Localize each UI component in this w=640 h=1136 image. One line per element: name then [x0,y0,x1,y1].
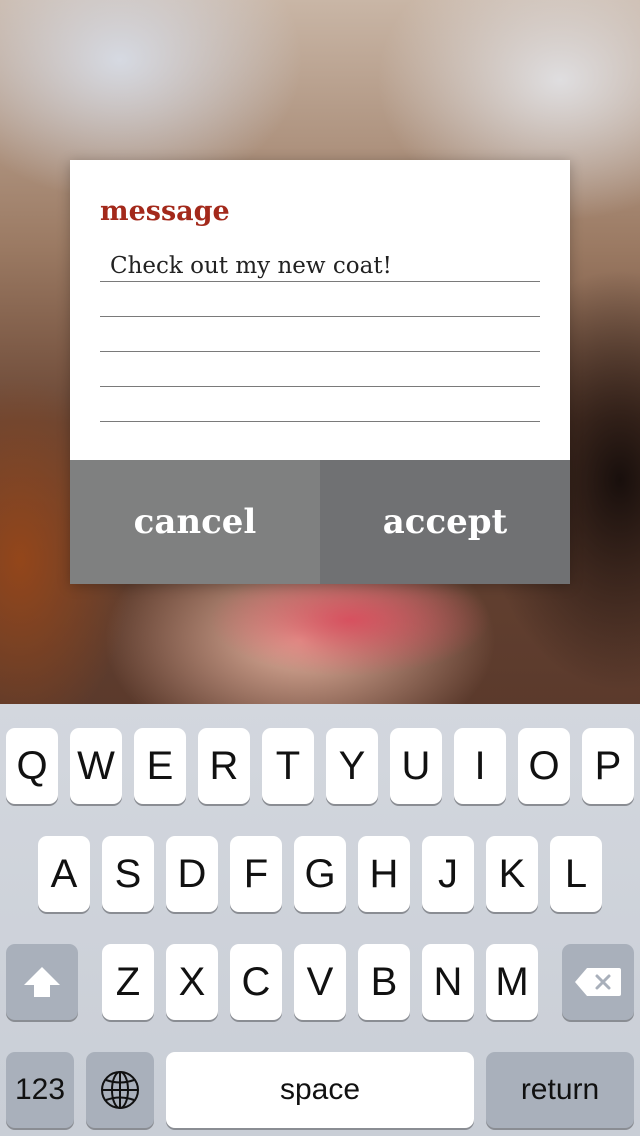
space-key[interactable]: space [166,1052,474,1128]
key-g[interactable]: G [294,836,346,912]
key-x[interactable]: X [166,944,218,1020]
key-a[interactable]: A [38,836,90,912]
keyboard: Q W E R T Y U I O P A S D F G H J K L Z … [0,704,640,1136]
key-z[interactable]: Z [102,944,154,1020]
message-line-2[interactable] [100,283,540,317]
cancel-button[interactable]: cancel [70,460,320,584]
key-t[interactable]: T [262,728,314,804]
key-o[interactable]: O [518,728,570,804]
key-r[interactable]: R [198,728,250,804]
message-line-5[interactable] [100,388,540,422]
return-key[interactable]: return [486,1052,634,1128]
key-q[interactable]: Q [6,728,58,804]
dialog-body: message Check out my new coat! [70,160,570,460]
numbers-key[interactable]: 123 [6,1052,74,1128]
key-l[interactable]: L [550,836,602,912]
message-line-3[interactable] [100,318,540,352]
key-d[interactable]: D [166,836,218,912]
shift-arrow-icon [24,967,60,997]
delete-key[interactable] [562,944,634,1020]
key-i[interactable]: I [454,728,506,804]
message-text-area[interactable]: Check out my new coat! [100,248,540,422]
key-u[interactable]: U [390,728,442,804]
key-e[interactable]: E [134,728,186,804]
key-c[interactable]: C [230,944,282,1020]
key-j[interactable]: J [422,836,474,912]
key-n[interactable]: N [422,944,474,1020]
key-m[interactable]: M [486,944,538,1020]
shift-key[interactable] [6,944,78,1020]
message-line-1[interactable]: Check out my new coat! [100,248,540,282]
backspace-icon [575,968,621,996]
key-v[interactable]: V [294,944,346,1020]
message-line-text: Check out my new coat! [110,253,392,279]
key-b[interactable]: B [358,944,410,1020]
key-s[interactable]: S [102,836,154,912]
key-w[interactable]: W [70,728,122,804]
key-p[interactable]: P [582,728,634,804]
globe-key[interactable] [86,1052,154,1128]
accept-button[interactable]: accept [320,460,570,584]
message-line-4[interactable] [100,353,540,387]
globe-icon [101,1071,139,1109]
key-y[interactable]: Y [326,728,378,804]
dialog-title: message [100,196,230,227]
key-h[interactable]: H [358,836,410,912]
key-k[interactable]: K [486,836,538,912]
key-f[interactable]: F [230,836,282,912]
message-dialog: message Check out my new coat! cancel ac… [70,160,570,584]
